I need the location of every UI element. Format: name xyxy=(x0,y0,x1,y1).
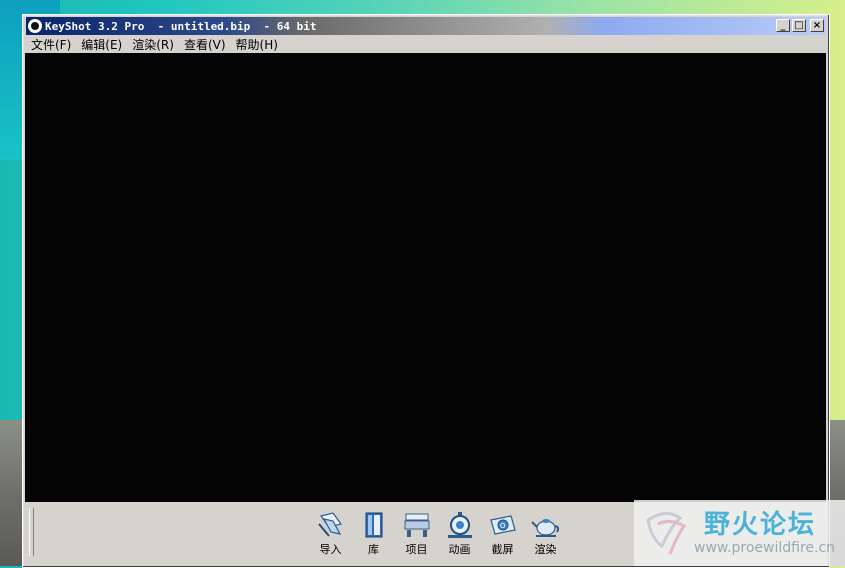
watermark-logo-icon xyxy=(646,512,687,555)
watermark-url: www.proewildfire.cn xyxy=(694,540,836,556)
window-title: KeyShot 3.2 Pro - untitled.bip - 64 bit xyxy=(45,19,317,33)
animation-button[interactable]: 动画 xyxy=(438,510,481,557)
animation-label: 动画 xyxy=(448,543,471,556)
render-label: 渲染 xyxy=(534,543,557,556)
project-icon xyxy=(404,513,429,537)
svg-text:O: O xyxy=(500,522,506,530)
menu-help[interactable]: 帮助(H) xyxy=(231,36,283,53)
import-button[interactable]: 导入 xyxy=(309,510,352,557)
render-teapot-icon xyxy=(530,519,559,537)
library-button[interactable]: 库 xyxy=(352,510,395,557)
menu-bar: 文件(F) 编辑(E) 渲染(R) 查看(V) 帮助(H) xyxy=(26,35,826,53)
forum-watermark: 野火论坛 www.proewildfire.cn xyxy=(634,500,845,566)
minimize-button[interactable]: _ xyxy=(776,19,790,32)
project-button[interactable]: 项目 xyxy=(395,510,438,557)
screenshot-button[interactable]: O 截屏 xyxy=(481,510,524,557)
main-toolbar: 导入 库 项目 动画 O 截屏 渲染 xyxy=(309,510,567,557)
keyshot-app-icon[interactable] xyxy=(28,19,42,33)
menu-render[interactable]: 渲染(R) xyxy=(127,36,179,53)
screenshot-label: 截屏 xyxy=(491,543,514,556)
project-label: 项目 xyxy=(405,543,428,556)
maximize-button[interactable]: □ xyxy=(792,19,806,32)
import-icon xyxy=(317,512,342,537)
render-viewport[interactable] xyxy=(25,53,826,502)
screenshot-icon: O xyxy=(489,515,516,535)
close-button[interactable]: × xyxy=(810,19,824,32)
library-icon xyxy=(365,512,382,538)
render-button[interactable]: 渲染 xyxy=(524,510,567,557)
import-label: 导入 xyxy=(319,543,342,556)
menu-view[interactable]: 查看(V) xyxy=(179,36,231,53)
toolbar-grip[interactable] xyxy=(29,508,34,556)
library-label: 库 xyxy=(368,543,379,556)
title-bar[interactable]: KeyShot 3.2 Pro - untitled.bip - 64 bit … xyxy=(26,17,826,35)
keyshot-window: KeyShot 3.2 Pro - untitled.bip - 64 bit … xyxy=(22,14,830,568)
animation-icon xyxy=(447,512,472,538)
watermark-title: 野火论坛 xyxy=(704,510,817,540)
menu-file[interactable]: 文件(F) xyxy=(26,36,76,53)
menu-edit[interactable]: 编辑(E) xyxy=(76,36,127,53)
